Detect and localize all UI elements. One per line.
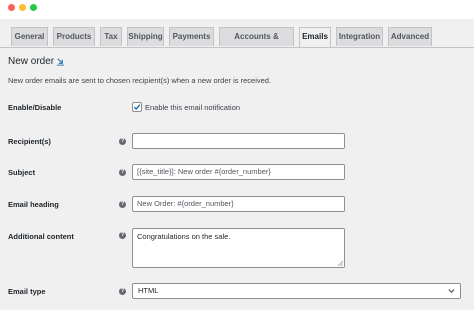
checkmark-icon <box>133 104 141 111</box>
email-heading-label: Email heading <box>8 200 59 209</box>
additional-content-text: Congratulations on the sale. <box>137 232 231 241</box>
enable-label: Enable/Disable <box>8 103 62 112</box>
page-description: New order emails are sent to chosen reci… <box>8 76 272 85</box>
tab-general[interactable]: General <box>11 27 48 46</box>
tab-shipping[interactable]: Shipping <box>127 27 164 46</box>
help-icon[interactable]: ? <box>119 169 126 176</box>
minimize-window-button[interactable] <box>19 4 26 11</box>
help-icon[interactable]: ? <box>119 288 126 295</box>
enable-checkbox[interactable] <box>132 102 142 112</box>
recipients-input[interactable] <box>132 133 345 149</box>
additional-content-label: Additional content <box>8 232 74 241</box>
chevron-down-icon <box>448 289 455 294</box>
subject-label: Subject <box>8 168 36 177</box>
tab-advanced[interactable]: Advanced <box>388 27 432 46</box>
help-icon[interactable]: ? <box>119 138 126 145</box>
settings-tab-bar: General Products Tax Shipping Payments A… <box>0 19 474 59</box>
tab-tax[interactable]: Tax <box>100 27 122 46</box>
recipients-label: Recipient(s) <box>8 137 51 146</box>
additional-content-textarea[interactable]: Congratulations on the sale. <box>132 228 345 268</box>
tab-products[interactable]: Products <box>53 27 95 46</box>
return-to-list-icon[interactable] <box>56 57 65 66</box>
tab-integration[interactable]: Integration <box>336 27 383 46</box>
tab-emails[interactable]: Emails <box>299 27 331 47</box>
email-type-select[interactable]: HTML <box>132 283 461 299</box>
page-title: New order <box>8 56 55 67</box>
subject-input[interactable]: [{site_title}]: New order #{order_number… <box>132 164 345 180</box>
help-icon[interactable]: ? <box>119 201 126 208</box>
close-window-button[interactable] <box>8 4 15 11</box>
resize-grip-icon[interactable] <box>337 260 343 266</box>
tab-payments[interactable]: Payments <box>169 27 214 46</box>
email-heading-input[interactable]: New Order: #{order_number} <box>132 196 345 212</box>
email-type-value: HTML <box>138 286 159 295</box>
maximize-window-button[interactable] <box>30 4 37 11</box>
enable-checkbox-label[interactable]: Enable this email notification <box>145 103 240 112</box>
tab-accounts-privacy[interactable]: Accounts & Privacy <box>219 27 294 59</box>
email-type-label: Email type <box>8 287 46 296</box>
help-icon[interactable]: ? <box>119 232 126 239</box>
window-titlebar <box>0 0 474 19</box>
